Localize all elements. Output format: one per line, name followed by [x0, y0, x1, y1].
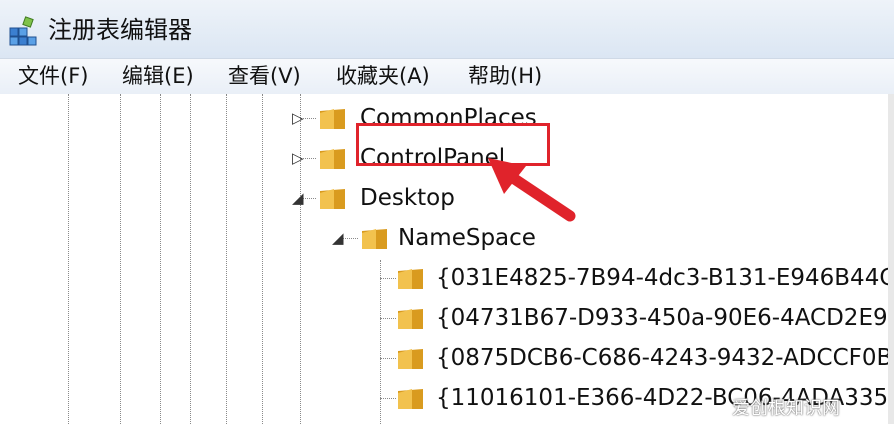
annotation-arrow-icon — [488, 158, 576, 222]
tree-guide-line — [160, 94, 161, 424]
tree-node-label[interactable]: {04731B67-D933-450a-90E6-4ACD2E94 — [436, 304, 888, 332]
tree-connector — [380, 398, 396, 399]
tree-guide-line — [190, 94, 191, 424]
expand-arrow-icon[interactable]: ▷ — [292, 150, 304, 166]
registry-editor-icon — [9, 16, 37, 46]
collapse-arrow-icon[interactable]: ◢ — [332, 230, 344, 246]
menu-file[interactable]: 文件(F) — [18, 59, 88, 94]
tree-guide-line — [226, 94, 227, 424]
expand-arrow-icon[interactable]: ▷ — [292, 110, 304, 126]
folder-open-icon — [362, 229, 387, 249]
window-title: 注册表编辑器 — [48, 16, 192, 44]
menu-favorites[interactable]: 收藏夹(A) — [336, 59, 430, 94]
tree-guide-line — [262, 94, 263, 424]
tree-node-label[interactable]: {0875DCB6-C686-4243-9432-ADCCF0B9 — [436, 344, 888, 372]
folder-icon — [320, 149, 345, 169]
folder-icon — [398, 309, 423, 329]
folder-open-icon — [320, 189, 345, 209]
menu-view[interactable]: 查看(V) — [228, 59, 301, 94]
tree-connector — [380, 318, 396, 319]
tree-node-label[interactable]: Desktop — [360, 184, 455, 212]
tree-node-label[interactable]: {031E4825-7B94-4dc3-B131-E946B44C — [436, 264, 888, 292]
collapse-arrow-icon[interactable]: ◢ — [292, 190, 304, 206]
folder-icon — [320, 109, 345, 129]
tree-guide-line — [68, 94, 69, 424]
menu-help[interactable]: 帮助(H) — [468, 59, 542, 94]
tree-guide-line — [120, 94, 121, 424]
folder-icon — [398, 389, 423, 409]
menu-bar: 文件(F) 编辑(E) 查看(V) 收藏夹(A) 帮助(H) — [0, 58, 894, 95]
scrollbar[interactable] — [888, 94, 894, 424]
folder-icon — [398, 269, 423, 289]
watermark-text: 爱创根知识网 — [732, 398, 840, 419]
tree-guide-line — [300, 94, 301, 424]
folder-icon — [398, 349, 423, 369]
tree-connector — [380, 278, 396, 279]
tree-connector — [380, 358, 396, 359]
menu-edit[interactable]: 编辑(E) — [122, 59, 194, 94]
tree-guide-line — [380, 260, 381, 424]
title-bar: 注册表编辑器 — [0, 0, 894, 58]
tree-node-label-namespace[interactable]: NameSpace — [398, 224, 536, 252]
